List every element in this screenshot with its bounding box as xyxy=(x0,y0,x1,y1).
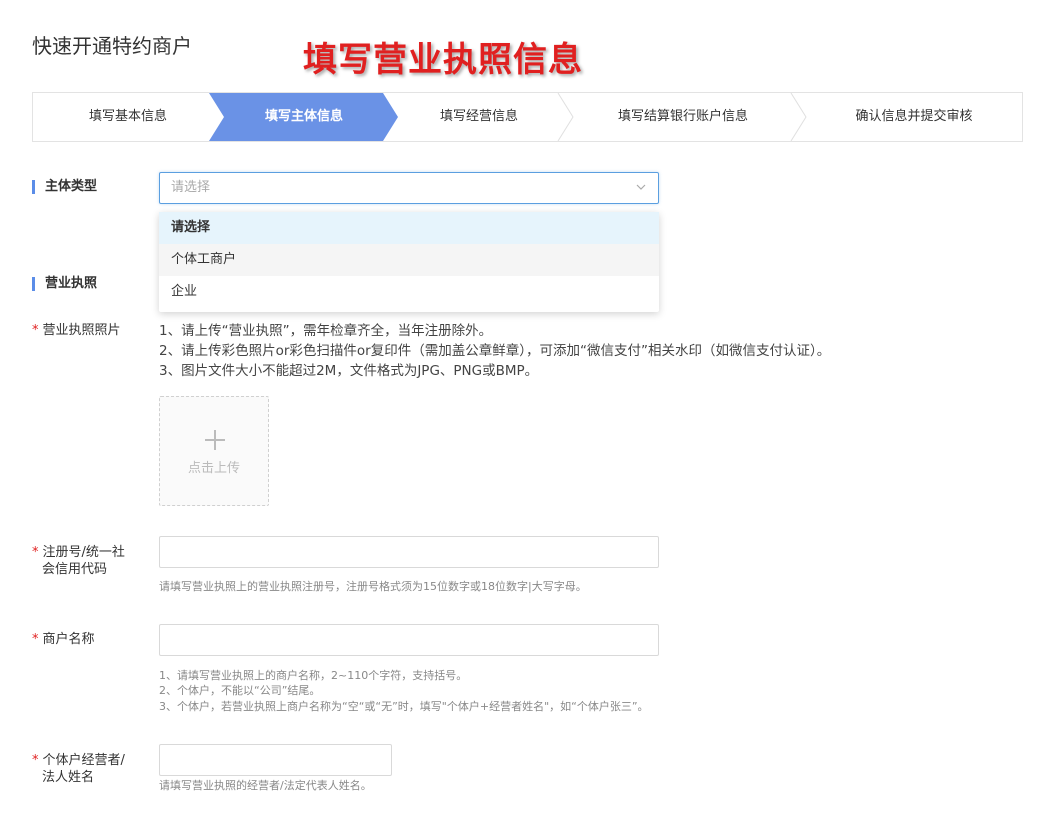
step-confirm-submit: 确认信息并提交审核 xyxy=(855,109,973,124)
dropdown-option-enterprise[interactable]: 企业 xyxy=(159,276,659,308)
plus-icon xyxy=(205,430,225,450)
license-photo-hint-2: 2、请上传彩色照片or彩色扫描件or复印件（需加盖公章鲜章），可添加“微信支付”… xyxy=(159,343,831,359)
merchant-name-hint-1: 1、请填写营业执照上的商户名称，2~110个字符，支持括号。 xyxy=(159,669,468,682)
license-photo-label: * 营业执照照片 xyxy=(32,322,121,339)
license-photo-hint-3: 3、图片文件大小不能超过2M，文件格式为JPG、PNG或BMP。 xyxy=(159,363,539,379)
merchant-name-label: * 商户名称 xyxy=(32,631,95,648)
page-title: 快速开通特约商户 xyxy=(32,34,192,58)
reg-number-hint: 请填写营业执照上的营业执照注册号，注册号格式须为15位数字或18位数字|大写字母… xyxy=(159,580,587,593)
merchant-name-hint-2: 2、个体户，不能以“公司”结尾。 xyxy=(159,684,321,697)
chevron-down-icon xyxy=(636,184,646,190)
step-basic-info: 填写基本信息 xyxy=(88,109,167,124)
step-progress-bar: 填写基本信息 填写主体信息 填写经营信息 填写结算银行账户信息 确认信息并提交审… xyxy=(32,92,1023,142)
merchant-name-input[interactable] xyxy=(159,624,659,656)
required-mark: * xyxy=(32,632,39,647)
reg-number-input[interactable] xyxy=(159,536,659,568)
business-license-section-label: 营业执照 xyxy=(32,277,97,291)
step-bank-account-info: 填写结算银行账户信息 xyxy=(617,109,748,124)
legal-person-label-line2: 法人姓名 xyxy=(42,770,95,785)
legal-person-label-line1: 个体户经营者/ xyxy=(42,753,125,768)
reg-number-label: * 注册号/统一社 会信用代码 xyxy=(32,544,125,578)
step-subject-info: 填写主体信息 xyxy=(264,109,343,124)
dropdown-option-please-select[interactable]: 请选择 xyxy=(159,212,659,244)
subject-type-select[interactable]: 请选择 xyxy=(159,172,659,204)
annotation-overlay: 填写营业执照信息 xyxy=(303,40,583,80)
legal-person-hint: 请填写营业执照的经营者/法定代表人姓名。 xyxy=(159,779,372,792)
step-separator xyxy=(790,93,807,141)
step-business-info: 填写经营信息 xyxy=(439,109,518,124)
subject-type-dropdown: 请选择 个体工商户 企业 xyxy=(159,212,659,312)
step-separator xyxy=(557,93,574,141)
select-placeholder: 请选择 xyxy=(171,180,211,195)
legal-person-name-input[interactable] xyxy=(159,744,392,776)
required-mark: * xyxy=(32,323,39,338)
subject-type-label: 主体类型 xyxy=(32,180,97,194)
merchant-name-label-text: 商户名称 xyxy=(42,632,95,647)
license-photo-hint-1: 1、请上传“营业执照”，需年检章齐全，当年注册除外。 xyxy=(159,323,493,339)
required-mark: * xyxy=(32,545,39,560)
license-photo-upload-button[interactable]: 点击上传 xyxy=(159,396,269,506)
dropdown-option-individual-business[interactable]: 个体工商户 xyxy=(159,244,659,276)
license-photo-label-text: 营业执照照片 xyxy=(42,323,121,338)
upload-label: 点击上传 xyxy=(187,461,240,476)
reg-number-label-line2: 会信用代码 xyxy=(42,562,108,577)
reg-number-label-line1: 注册号/统一社 xyxy=(42,545,125,560)
legal-person-label: * 个体户经营者/ 法人姓名 xyxy=(32,752,125,786)
merchant-name-hint-3: 3、个体户，若营业执照上商户名称为“空“或“无”时，填写"个体户+经营者姓名"，… xyxy=(159,700,649,713)
required-mark: * xyxy=(32,753,39,768)
